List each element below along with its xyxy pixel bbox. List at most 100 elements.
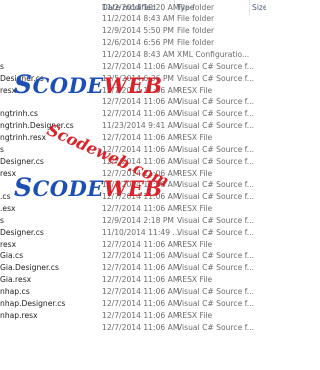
file-date-modified: 12/7/2014 11:06 AM bbox=[102, 310, 180, 320]
file-type: Visual C# Source f... bbox=[177, 322, 255, 332]
file-type: Visual C# Source f... bbox=[177, 144, 255, 154]
file-date-modified: 12/7/2014 11:06 AM bbox=[102, 132, 180, 142]
file-row[interactable]: Designer.cs 12/5/2014 6:36 PM Visual C# So… bbox=[0, 73, 270, 85]
file-row[interactable]: resx 12/7/2014 11:06 AM RESX File bbox=[0, 239, 270, 251]
file-type: Visual C# Source f... bbox=[177, 121, 255, 131]
file-row[interactable]: 11/2/2014 8:43 AM File folder bbox=[0, 13, 270, 25]
file-name: .esx bbox=[0, 204, 16, 214]
file-row[interactable]: s 12/7/2014 11:06 AM Visual C# Source f... bbox=[0, 144, 270, 156]
file-date-modified: 12/9/2014 5:50 PM bbox=[102, 26, 174, 36]
file-row[interactable]: 12/7/2014 11:06 AM Visual C# Source f... bbox=[0, 179, 270, 191]
file-type: Visual C# Source f... bbox=[177, 180, 255, 190]
file-name: nhap.cs bbox=[0, 287, 30, 296]
file-row[interactable]: Designer.cs 11/10/2014 11:49 ... Visual C#… bbox=[0, 227, 270, 239]
file-name: resx bbox=[0, 168, 17, 178]
file-row[interactable]: ngtrinh.Designer.cs 11/23/2014 9:41 AM Vis… bbox=[0, 120, 270, 132]
file-date-modified: 12/7/2014 11:06 AM bbox=[102, 97, 180, 107]
file-type: Visual C# Source f... bbox=[177, 73, 255, 83]
file-row[interactable]: nhap.cs 12/7/2014 11:06 AM Visual C# Sourc… bbox=[0, 286, 270, 298]
file-name: nhap.Designer.cs bbox=[0, 298, 66, 308]
file-date-modified: 12/7/2014 11:06 AM bbox=[102, 251, 180, 261]
file-name: ngtrinh.Designer.cs bbox=[0, 121, 74, 131]
file-type: Visual C# Source f... bbox=[177, 61, 255, 71]
file-row[interactable]: Gia.Designer.cs 12/7/2014 11:06 AM Visual … bbox=[0, 262, 270, 274]
file-date-modified: 12/7/2014 11:06 AM bbox=[102, 156, 180, 166]
file-type: Visual C# Source f... bbox=[177, 192, 255, 202]
file-row[interactable]: .esx 12/7/2014 11:06 AM RESX File bbox=[0, 203, 270, 215]
file-date-modified: 12/7/2014 11:06 AM bbox=[102, 144, 180, 154]
file-row[interactable]: 11/2/2014 8:43 AM XML Configuratio... bbox=[0, 49, 270, 61]
file-type: RESX File bbox=[177, 275, 213, 285]
file-name: Gia.cs bbox=[0, 251, 24, 261]
file-row[interactable]: nhap.resx 12/7/2014 11:06 AM RESX File bbox=[0, 310, 270, 322]
file-name: .cs bbox=[0, 192, 11, 202]
file-date-modified: 12/7/2014 11:06 AM bbox=[102, 61, 180, 71]
file-type: RESX File bbox=[177, 310, 213, 320]
file-type: RESX File bbox=[177, 132, 213, 142]
file-name: Gia.resx bbox=[0, 275, 32, 285]
file-row[interactable]: Gia.resx 12/7/2014 11:06 AM RESX File bbox=[0, 274, 270, 286]
file-name: resx bbox=[0, 85, 17, 95]
file-type: RESX File bbox=[177, 204, 213, 214]
file-name: Designer.cs bbox=[0, 156, 44, 166]
file-type: RESX File bbox=[177, 239, 213, 249]
file-type: RESX File bbox=[177, 85, 213, 95]
file-type: File folder bbox=[177, 2, 215, 12]
file-type: Visual C# Source f... bbox=[177, 156, 255, 166]
file-name: s bbox=[0, 61, 4, 71]
file-date-modified: 12/7/2014 11:06 AM bbox=[102, 263, 180, 273]
file-type: Visual C# Source f... bbox=[177, 215, 255, 225]
file-date-modified: 11/2/2014 8:43 AM bbox=[102, 14, 175, 24]
file-date-modified: 11/2/2014 10:20 AM bbox=[102, 2, 180, 12]
file-date-modified: 12/7/2014 11:06 AM bbox=[102, 192, 180, 202]
file-date-modified: 11/10/2014 11:49 ... bbox=[102, 227, 180, 237]
file-row[interactable]: 12/7/2014 11:06 AM Visual C# Source f... bbox=[0, 322, 270, 334]
file-date-modified: 12/5/2014 6:36 PM bbox=[102, 73, 174, 83]
file-date-modified: 12/9/2014 2:18 PM bbox=[102, 215, 174, 225]
file-row[interactable]: .cs 12/7/2014 11:06 AM Visual C# Source f.… bbox=[0, 191, 270, 203]
file-type: File folder bbox=[177, 38, 215, 48]
file-row[interactable]: 11/2/2014 10:20 AM File folder bbox=[0, 2, 270, 14]
file-row[interactable]: resx 12/7/2014 11:06 AM RESX File bbox=[0, 85, 270, 97]
file-type: Visual C# Source f... bbox=[177, 298, 255, 308]
file-row[interactable]: 12/6/2014 6:56 PM File folder bbox=[0, 37, 270, 49]
file-row[interactable]: s 12/7/2014 11:06 AM Visual C# Source f... bbox=[0, 61, 270, 73]
file-type: File folder bbox=[177, 26, 215, 36]
file-row[interactable]: 12/9/2014 5:50 PM File folder bbox=[0, 25, 270, 37]
file-type: Visual C# Source f... bbox=[177, 263, 255, 273]
file-type: File folder bbox=[177, 14, 215, 24]
file-type: Visual C# Source f... bbox=[177, 97, 255, 107]
file-name: ngtrinh.resx bbox=[0, 132, 46, 142]
file-date-modified: 12/7/2014 11:06 AM bbox=[102, 275, 180, 285]
file-date-modified: 12/7/2014 11:06 AM bbox=[102, 322, 180, 332]
file-date-modified: 11/2/2014 8:43 AM bbox=[102, 50, 175, 59]
file-date-modified: 11/23/2014 9:41 AM bbox=[102, 121, 180, 131]
file-name: s bbox=[0, 144, 4, 154]
file-date-modified: 12/6/2014 6:56 PM bbox=[102, 38, 174, 48]
file-date-modified: 12/7/2014 11:06 AM bbox=[102, 204, 180, 214]
file-date-modified: 12/7/2014 11:06 AM bbox=[102, 287, 180, 296]
file-row[interactable]: nhap.Designer.cs 12/7/2014 11:06 AM Visual… bbox=[0, 298, 270, 310]
file-date-modified: 12/7/2014 11:06 AM bbox=[102, 180, 180, 190]
file-date-modified: 12/7/2014 11:06 AM bbox=[102, 85, 180, 95]
file-name: s bbox=[0, 215, 4, 225]
file-name: Designer.cs bbox=[0, 73, 44, 83]
file-type: XML Configuratio... bbox=[177, 50, 250, 59]
file-row[interactable]: Designer.cs 12/7/2014 11:06 AM Visual C# S… bbox=[0, 156, 270, 168]
file-row[interactable]: ngtrinh.resx 12/7/2014 11:06 AM RESX File bbox=[0, 132, 270, 144]
file-date-modified: 12/7/2014 11:06 AM bbox=[102, 298, 180, 308]
file-row[interactable]: 12/7/2014 11:06 AM Visual C# Source f... bbox=[0, 96, 270, 108]
file-row[interactable]: Gia.cs 12/7/2014 11:06 AM Visual C# Source… bbox=[0, 250, 270, 262]
file-date-modified: 12/7/2014 11:06 AM bbox=[102, 109, 180, 119]
file-name: Gia.Designer.cs bbox=[0, 263, 59, 273]
file-date-modified: 12/7/2014 11:06 AM bbox=[102, 168, 180, 178]
file-name: resx bbox=[0, 239, 17, 249]
file-type: Visual C# Source f... bbox=[177, 287, 255, 296]
file-type: Visual C# Source f... bbox=[177, 109, 255, 119]
file-row[interactable]: s 12/9/2014 2:18 PM Visual C# Source f... bbox=[0, 215, 270, 227]
file-date-modified: 12/7/2014 11:06 AM bbox=[102, 239, 180, 249]
file-row[interactable]: resx 12/7/2014 11:06 AM RESX File bbox=[0, 168, 270, 180]
scrollbar-edge[interactable] bbox=[266, 0, 270, 370]
file-row[interactable]: ngtrinh.cs 12/7/2014 11:06 AM Visual C# So… bbox=[0, 108, 270, 120]
file-type: Visual C# Source f... bbox=[177, 251, 255, 261]
